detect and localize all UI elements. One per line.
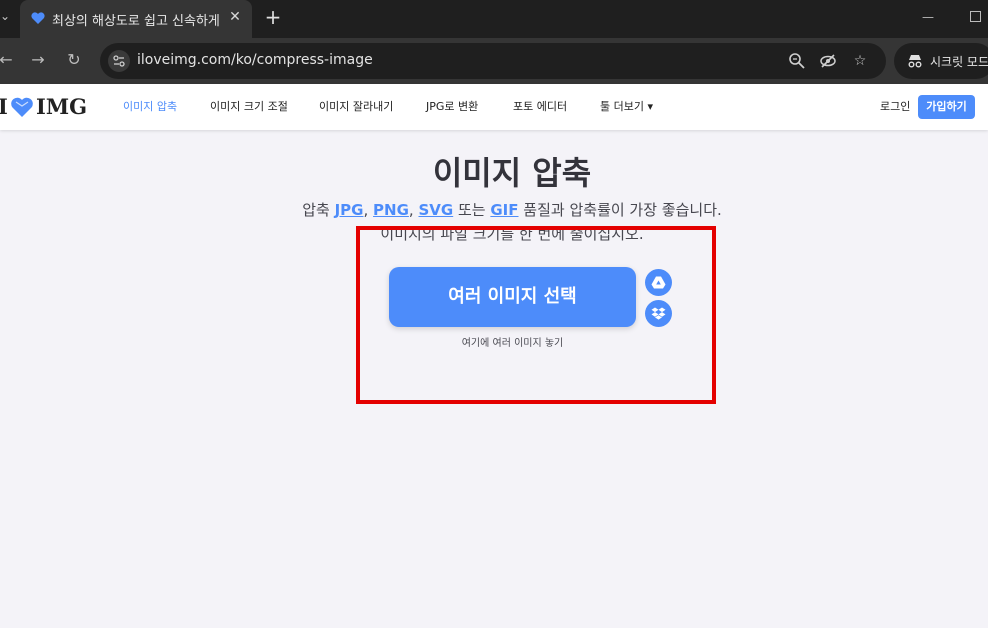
new-tab-button[interactable]: +: [262, 6, 284, 28]
nav-crop-image[interactable]: 이미지 잘라내기: [319, 99, 393, 115]
page-title: 이미지 압축: [432, 154, 592, 192]
highlight-annotation-box: [356, 226, 716, 404]
format-link-png[interactable]: PNG: [373, 201, 409, 219]
login-link[interactable]: 로그인: [880, 99, 910, 115]
zoom-icon[interactable]: [788, 52, 806, 70]
page-bottom-strip: [0, 628, 988, 632]
subtitle-separator: ,: [408, 201, 414, 219]
tracking-protection-eye-icon[interactable]: [819, 52, 837, 70]
tab-title: 최상의 해상도로 쉽고 신속하게: [52, 14, 220, 28]
address-bar[interactable]: iloveimg.com/ko/compress-image ☆: [100, 43, 886, 79]
logo-text-left: I: [0, 94, 8, 119]
iloveimg-favicon-icon: [31, 12, 45, 24]
site-header: I IMG 이미지 압축 이미지 크기 조절 이미지 잘라내기 JPG로 변환 …: [0, 84, 988, 130]
incognito-indicator[interactable]: 시크릿 모드: [894, 43, 988, 79]
browser-tab-bar: ⌄ 최상의 해상도로 쉽고 신속하게 ✕ + —: [0, 0, 988, 38]
browser-tab[interactable]: 최상의 해상도로 쉽고 신속하게 ✕: [20, 0, 252, 38]
logo-text-right: IMG: [36, 94, 88, 119]
site-info-icon[interactable]: [108, 50, 130, 72]
tab-search-icon[interactable]: ⌄: [0, 9, 14, 27]
signup-button[interactable]: 가입하기: [918, 95, 975, 119]
nav-resize-image[interactable]: 이미지 크기 조절: [210, 99, 288, 115]
forward-arrow-icon[interactable]: →: [28, 50, 48, 70]
subtitle-separator: ,: [363, 201, 369, 219]
bookmark-star-icon[interactable]: ☆: [851, 52, 869, 70]
window-maximize-icon[interactable]: [970, 11, 981, 22]
tab-close-icon[interactable]: ✕: [226, 8, 244, 26]
subtitle-prefix: 압축: [302, 201, 330, 219]
window-minimize-icon[interactable]: —: [922, 10, 936, 24]
nav-compress-image[interactable]: 이미지 압축: [123, 99, 177, 115]
browser-toolbar: ← → ↻ iloveimg.com/ko/compress-image ☆ 시…: [0, 38, 988, 84]
incognito-label: 시크릿 모드: [930, 55, 988, 69]
incognito-icon: [906, 52, 924, 70]
format-link-svg[interactable]: SVG: [418, 201, 453, 219]
subtitle-suffix: 품질과 압축률이 가장 좋습니다.: [523, 201, 722, 219]
back-arrow-icon[interactable]: ←: [0, 50, 16, 70]
url-text[interactable]: iloveimg.com/ko/compress-image: [137, 52, 373, 68]
nav-photo-editor[interactable]: 포토 에디터: [513, 99, 567, 115]
nav-convert-to-jpg[interactable]: JPG로 변환: [426, 99, 478, 115]
reload-icon[interactable]: ↻: [64, 50, 84, 70]
subtitle-or: 또는: [457, 201, 486, 219]
heart-icon: [11, 97, 33, 117]
page-subtitle: 압축 JPG, PNG, SVG 또는 GIF 품질과 압축률이 가장 좋습니다…: [0, 200, 988, 220]
nav-more-tools[interactable]: 툴 더보기 ▾: [600, 99, 653, 115]
format-link-jpg[interactable]: JPG: [335, 201, 364, 219]
format-link-gif[interactable]: GIF: [490, 201, 518, 219]
